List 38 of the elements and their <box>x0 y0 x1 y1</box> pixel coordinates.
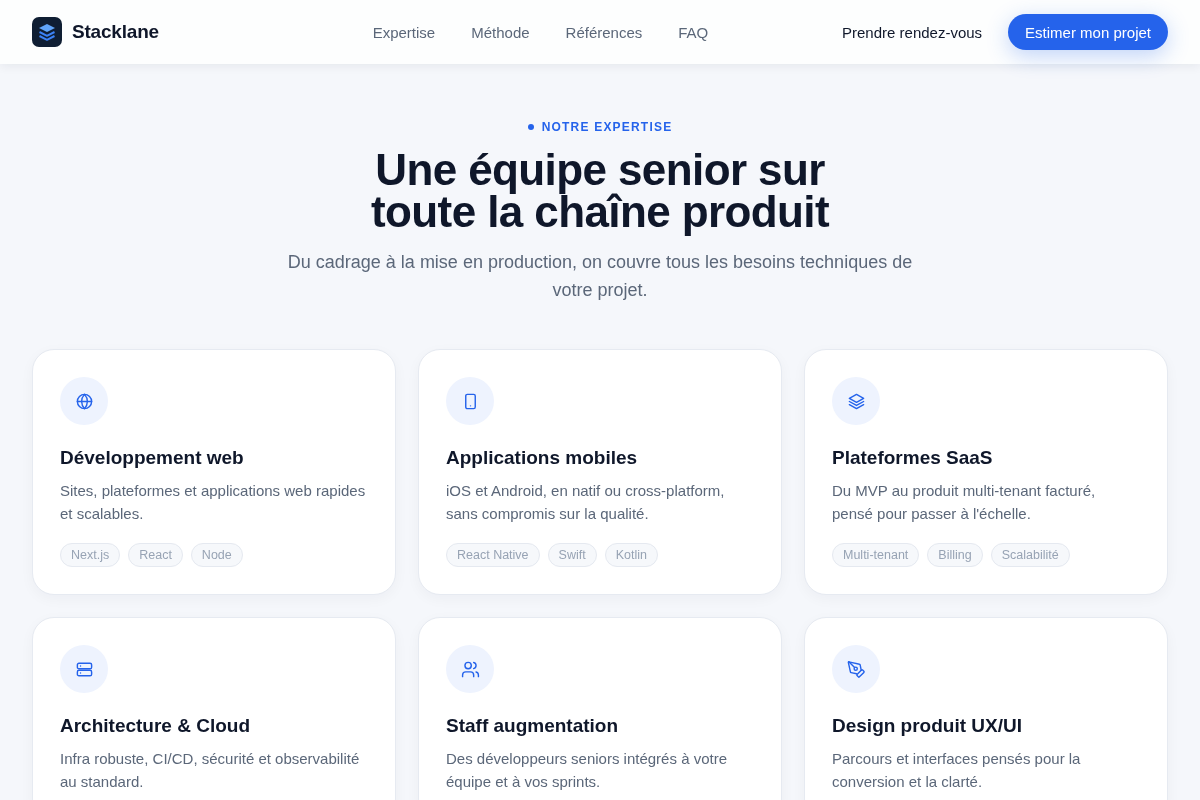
nav-link[interactable]: FAQ <box>678 23 709 41</box>
card-description: Sites, plateformes et applications web rapides et scalables. <box>60 481 367 524</box>
estimate-button[interactable]: Estimer mon projet <box>1008 14 1168 50</box>
tech-tag: React Native <box>446 543 540 567</box>
card-description: Infra robuste, CI/CD, sécurité et observabilité au standard. <box>60 749 361 792</box>
nav-link[interactable]: Méthode <box>471 23 530 41</box>
card-title: Design produit UX/UI <box>832 714 1022 738</box>
server-icon <box>60 645 108 693</box>
card-description: iOS et Android, en natif ou cross-platform, sans compromis sur la qualité. <box>446 481 726 524</box>
globe-icon <box>60 377 108 425</box>
card-title: Staff augmentation <box>446 714 619 738</box>
tech-tag: Next.js <box>60 543 121 567</box>
section-eyebrow: NOTRE EXPERTISE <box>541 119 673 135</box>
users-icon <box>446 645 494 693</box>
pen-tool-icon <box>832 645 880 693</box>
brand-name[interactable]: Stacklane <box>72 21 159 43</box>
smartphone-icon <box>446 377 494 425</box>
nav-link[interactable]: Références <box>565 23 643 41</box>
card-title: Développement web <box>60 446 244 470</box>
tech-tag: React <box>128 543 183 567</box>
tech-tag: Swift <box>547 543 597 567</box>
appointment-link[interactable]: Prendre rendez-vous <box>842 23 983 41</box>
tech-tag: Multi-tenant <box>832 543 920 567</box>
card-title: Plateformes SaaS <box>832 446 993 470</box>
nav-link[interactable]: Expertise <box>372 23 436 41</box>
layers-logo-icon[interactable] <box>32 17 62 47</box>
layers-icon <box>832 377 880 425</box>
tech-tag: Node <box>190 543 243 567</box>
tech-tag: Billing <box>927 543 983 567</box>
tech-tag: Scalabilité <box>990 543 1070 567</box>
section-subtitle: Du cadrage à la mise en production, on couvre tous les besoins techniques de votre projet. <box>286 251 914 302</box>
card-description: Parcours et interfaces pensés pour la conversion et la clarté. <box>832 749 1082 792</box>
dot-icon <box>527 124 534 130</box>
tech-tag: Kotlin <box>604 543 658 567</box>
card-title: Applications mobiles <box>446 446 638 470</box>
card-title: Architecture & Cloud <box>60 714 251 738</box>
card-description: Du MVP au produit multi-tenant facturé, pensé pour passer à l'échelle. <box>832 481 1097 524</box>
card-description: Des développeurs seniors intégrés à votre équipe et à vos sprints. <box>446 749 728 792</box>
